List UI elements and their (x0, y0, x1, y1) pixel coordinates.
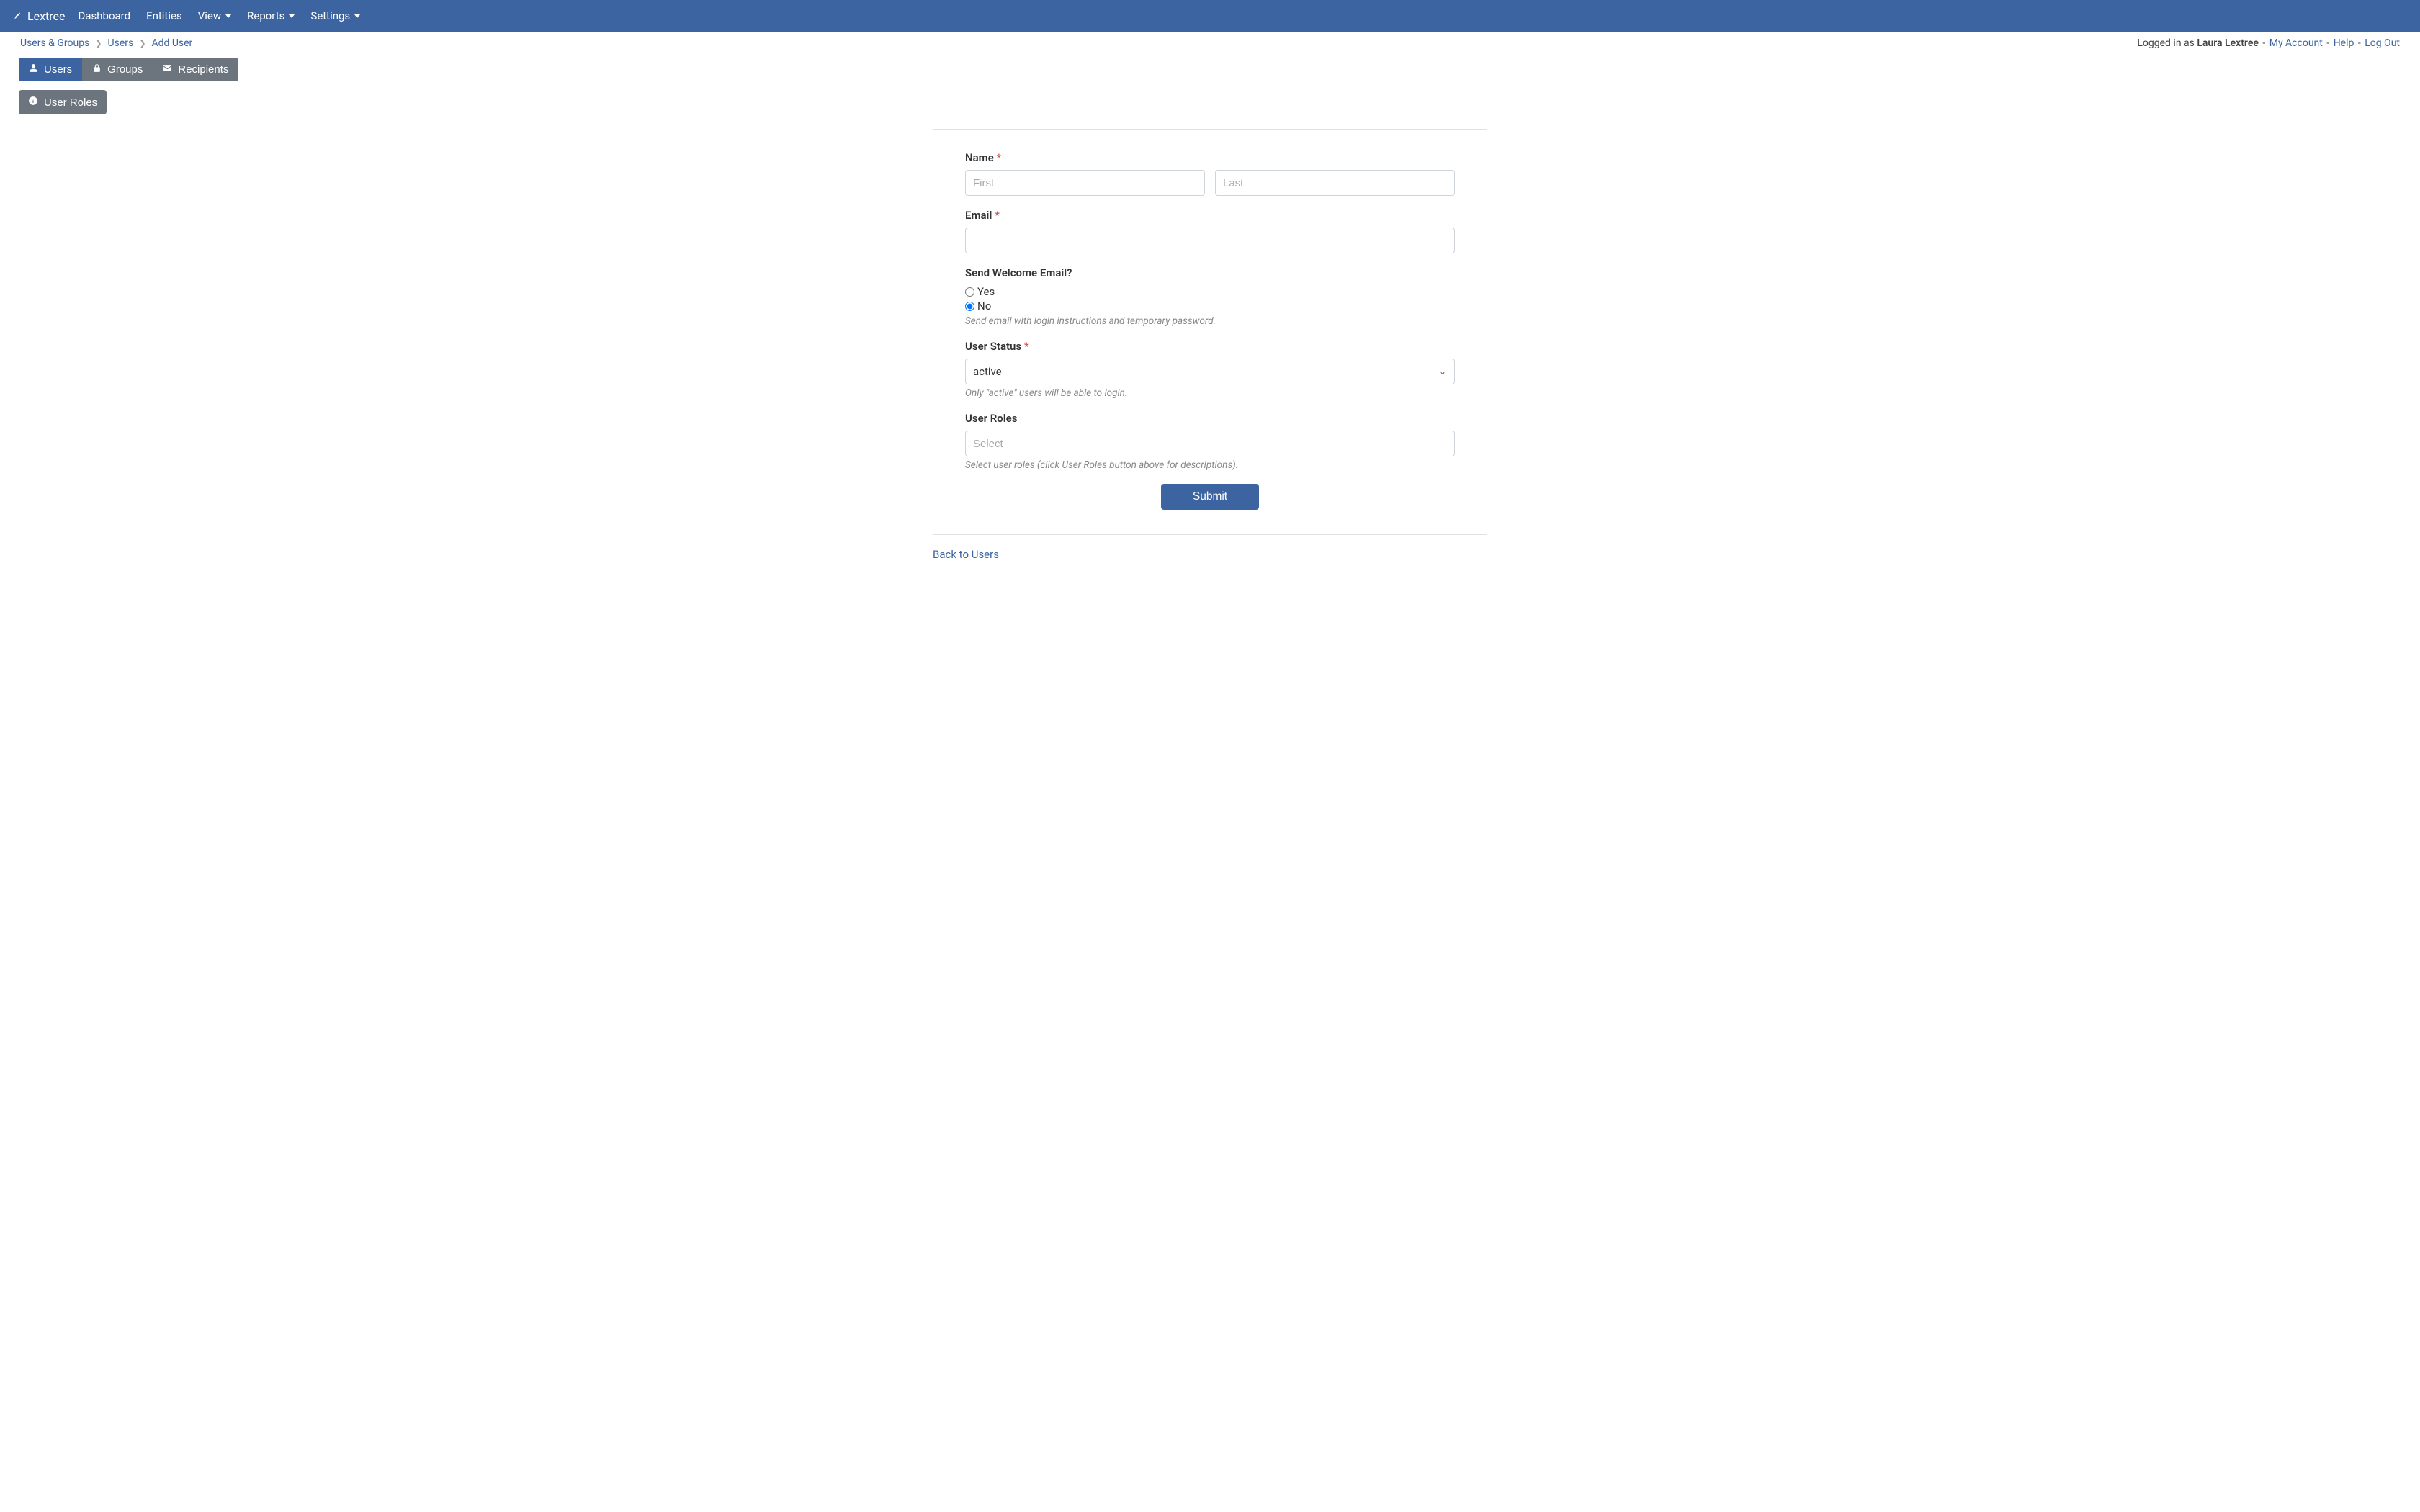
required-asterisk: * (997, 151, 1002, 164)
name-group: Name * (965, 151, 1455, 196)
card-wrap: Name * Email * Send Welcome Email? Yes N… (0, 129, 2420, 535)
status-label: User Status * (965, 340, 1455, 353)
nav-settings-label: Settings (310, 9, 350, 22)
lock-icon (92, 63, 102, 76)
breadcrumb-users[interactable]: Users (108, 37, 134, 49)
nav-reports[interactable]: Reports (247, 9, 295, 22)
breadcrumb: Users & Groups ❯ Users ❯ Add User (20, 37, 192, 49)
roles-label: User Roles (965, 412, 1455, 425)
tab-users[interactable]: Users (19, 58, 82, 81)
caret-down-icon (225, 14, 231, 18)
status-select-wrap: active ⌄ (965, 359, 1455, 384)
nav-view[interactable]: View (198, 9, 231, 22)
separator: - (2262, 37, 2267, 49)
info-icon (28, 96, 38, 109)
name-label-text: Name (965, 151, 994, 164)
roles-select[interactable] (965, 431, 1455, 456)
envelope-icon (163, 63, 172, 76)
submit-row: Submit (965, 484, 1455, 510)
caret-down-icon (289, 14, 295, 18)
status-help: Only "active" users will be able to logi… (965, 387, 1455, 399)
brand[interactable]: Lextree (13, 9, 66, 23)
nav-dashboard-label: Dashboard (79, 9, 131, 22)
status-select[interactable]: active (965, 359, 1455, 384)
welcome-yes-row: Yes (965, 285, 1455, 298)
welcome-no-radio[interactable] (965, 302, 974, 311)
user-icon (29, 63, 38, 76)
roles-help: Select user roles (click User Roles butt… (965, 459, 1455, 471)
welcome-email-label: Send Welcome Email? (965, 266, 1455, 279)
login-user: Laura Lextree (2197, 37, 2259, 49)
welcome-no-row: No (965, 300, 1455, 312)
nav-entities[interactable]: Entities (146, 9, 182, 22)
nav-entities-label: Entities (146, 9, 182, 22)
roles-group: User Roles Select user roles (click User… (965, 412, 1455, 471)
required-asterisk: * (1024, 340, 1029, 353)
tab-groups[interactable]: Groups (82, 58, 153, 81)
breadcrumb-add-user[interactable]: Add User (151, 37, 192, 49)
status-value: active (973, 365, 1002, 378)
chevron-right-icon: ❯ (139, 39, 145, 48)
user-roles-button-label: User Roles (44, 96, 97, 109)
brand-label: Lextree (27, 9, 66, 23)
welcome-yes-label: Yes (977, 285, 995, 298)
tab-recipients-label: Recipients (178, 63, 228, 76)
welcome-no-label: No (977, 300, 991, 312)
login-prefix: Logged in as (2137, 37, 2197, 49)
email-group: Email * (965, 209, 1455, 253)
tab-recipients[interactable]: Recipients (153, 58, 238, 81)
tab-groups-label: Groups (107, 63, 143, 76)
leaf-icon (13, 9, 23, 23)
user-roles-button[interactable]: User Roles (19, 90, 107, 114)
email-label-text: Email (965, 209, 992, 222)
nav-view-label: View (198, 9, 221, 22)
welcome-email-group: Send Welcome Email? Yes No Send email wi… (965, 266, 1455, 327)
welcome-help: Send email with login instructions and t… (965, 315, 1455, 327)
nav-links: Dashboard Entities View Reports Settings (79, 9, 361, 22)
nav-settings[interactable]: Settings (310, 9, 360, 22)
status-group: User Status * active ⌄ Only "active" use… (965, 340, 1455, 399)
back-to-users-link[interactable]: Back to Users (933, 548, 999, 561)
name-label: Name * (965, 151, 1455, 164)
my-account-link[interactable]: My Account (2269, 37, 2323, 49)
status-label-text: User Status (965, 340, 1021, 353)
back-link-row: Back to Users (933, 548, 1487, 561)
add-user-card: Name * Email * Send Welcome Email? Yes N… (933, 129, 1487, 535)
roles-button-row: User Roles (0, 90, 2420, 114)
nav-dashboard[interactable]: Dashboard (79, 9, 131, 22)
tab-users-label: Users (44, 63, 72, 76)
separator: - (2326, 37, 2331, 49)
logout-link[interactable]: Log Out (2365, 37, 2400, 49)
caret-down-icon (354, 14, 360, 18)
name-row (965, 170, 1455, 196)
subbar: Users & Groups ❯ Users ❯ Add User Logged… (0, 32, 2420, 55)
email-label: Email * (965, 209, 1455, 222)
help-link[interactable]: Help (2334, 37, 2354, 49)
separator: - (2358, 37, 2363, 49)
tabs: Users Groups Recipients (19, 58, 238, 81)
last-name-input[interactable] (1215, 170, 1455, 196)
tabs-row: Users Groups Recipients (0, 58, 2420, 81)
first-name-input[interactable] (965, 170, 1205, 196)
welcome-yes-radio[interactable] (965, 287, 974, 297)
breadcrumb-root[interactable]: Users & Groups (20, 37, 89, 49)
login-info: Logged in as Laura Lextree - My Account … (2137, 37, 2400, 49)
nav-reports-label: Reports (247, 9, 284, 22)
required-asterisk: * (995, 209, 1000, 222)
chevron-right-icon: ❯ (95, 39, 102, 48)
email-input[interactable] (965, 228, 1455, 253)
submit-button[interactable]: Submit (1161, 484, 1259, 510)
top-navbar: Lextree Dashboard Entities View Reports … (0, 0, 2420, 32)
